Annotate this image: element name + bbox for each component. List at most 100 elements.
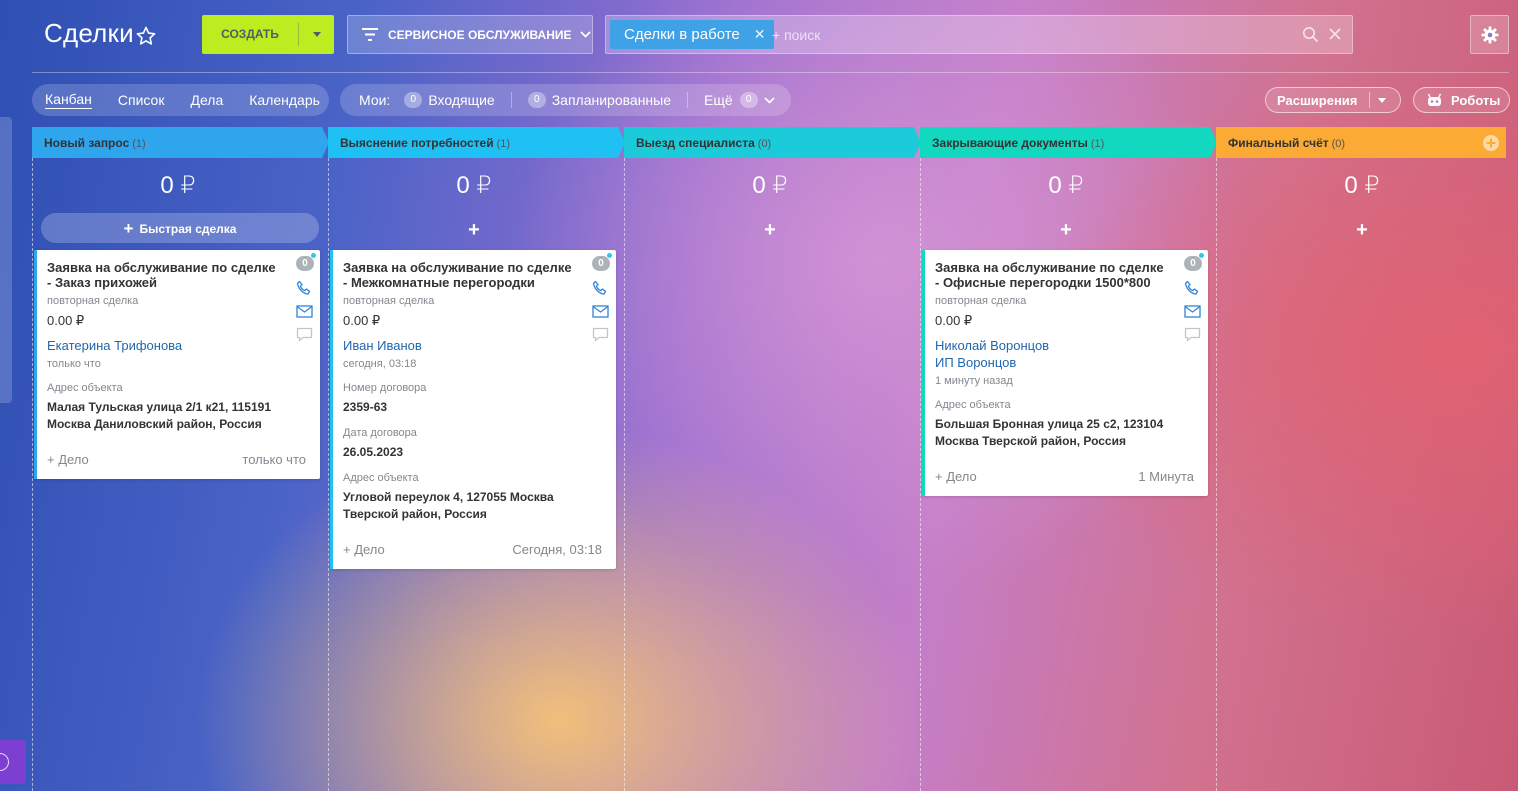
deal-time: сегодня, 03:18 xyxy=(343,358,417,370)
kanban-column-closing-docs: Закрывающие документы (1) 0 ₽ + Заявка на… xyxy=(920,127,1217,791)
card-footer-time: Сегодня, 03:18 xyxy=(512,542,602,557)
more-counters[interactable]: Ещё 0 xyxy=(704,92,775,108)
column-sum: 0 ₽ xyxy=(752,172,788,199)
email-icon[interactable] xyxy=(592,305,609,318)
deal-company[interactable]: ИП Воронцов xyxy=(935,354,1168,371)
clear-search-icon[interactable] xyxy=(1328,27,1342,41)
deal-card[interactable]: Заявка на обслуживание по сделке - Офисн… xyxy=(922,250,1208,496)
activity-counter-badge[interactable]: 0 xyxy=(1184,253,1204,271)
kanban-column-specialist-visit: Выезд специалиста (0) 0 ₽ + xyxy=(624,127,921,791)
phone-icon[interactable] xyxy=(1184,280,1201,296)
deal-subtitle: повторная сделка xyxy=(343,295,435,307)
card-accent-bar xyxy=(922,250,925,496)
deal-subtitle: повторная сделка xyxy=(47,295,139,307)
search-input[interactable]: + поиск xyxy=(772,27,820,43)
add-deal-button[interactable]: + xyxy=(920,218,1212,242)
field-label: Адрес объекта xyxy=(343,472,419,484)
widget-icon xyxy=(0,753,9,771)
activity-counter-badge[interactable]: 0 xyxy=(592,253,612,271)
remove-tag-icon[interactable]: ✕ xyxy=(754,26,766,43)
robots-label: Роботы xyxy=(1451,92,1501,108)
deal-card[interactable]: Заявка на обслуживание по сделке - Межко… xyxy=(330,250,616,569)
incoming-counter[interactable]: 0 Входящие xyxy=(404,92,495,108)
view-activities[interactable]: Дела xyxy=(190,92,223,108)
add-stage-icon[interactable] xyxy=(1482,134,1500,152)
deal-amount: 0.00 ₽ xyxy=(935,313,973,328)
field-value: Малая Тульская улица 2/1 к21, 115191 xyxy=(47,400,271,414)
add-deal-button[interactable]: + xyxy=(624,218,916,242)
phone-icon[interactable] xyxy=(296,280,313,296)
kanban-column-final-invoice: Финальный счёт (0) 0 ₽ + xyxy=(1216,127,1508,791)
active-filter-tag[interactable]: Сделки в работе ✕ xyxy=(610,20,774,49)
column-count: (0) xyxy=(1331,138,1346,150)
deal-contact[interactable]: Екатерина Трифонова xyxy=(47,337,280,354)
caret-down-icon[interactable] xyxy=(1378,97,1387,103)
email-icon[interactable] xyxy=(296,305,313,318)
deal-time: 1 минуту назад xyxy=(935,375,1013,387)
field-value: Москва Тверской район, Россия xyxy=(935,434,1126,448)
counter-divider xyxy=(687,92,688,108)
quick-deal-button[interactable]: + Быстрая сделка xyxy=(41,213,319,243)
comment-icon[interactable] xyxy=(296,327,313,342)
column-header[interactable]: Выяснение потребностей (1) xyxy=(328,127,625,158)
search-filter-box[interactable]: Сделки в работе ✕ + поиск xyxy=(605,15,1353,54)
create-dropdown-toggle[interactable] xyxy=(299,15,334,54)
search-icon[interactable] xyxy=(1302,26,1319,43)
column-header[interactable]: Новый запрос (1) xyxy=(32,127,329,158)
deal-title[interactable]: Заявка на обслуживание по сделке - Заказ… xyxy=(47,260,280,290)
column-count: (1) xyxy=(132,138,146,150)
view-switcher: Канбан Список Дела Календарь xyxy=(32,84,329,116)
deal-title[interactable]: Заявка на обслуживание по сделке - Межко… xyxy=(343,260,576,290)
planned-counter[interactable]: 0 Запланированные xyxy=(527,92,671,108)
new-dot xyxy=(1199,253,1204,258)
filter-icon xyxy=(362,28,378,41)
column-title: Финальный счёт (0) xyxy=(1228,136,1346,150)
chat-widget-button[interactable] xyxy=(0,740,26,784)
deal-card[interactable]: Заявка на обслуживание по сделке - Заказ… xyxy=(34,250,320,479)
card-accent-bar xyxy=(330,250,333,569)
robots-button[interactable]: Роботы xyxy=(1413,87,1510,113)
view-list[interactable]: Список xyxy=(118,92,165,108)
column-header[interactable]: Финальный счёт (0) xyxy=(1216,127,1513,158)
column-count: (0) xyxy=(757,138,772,150)
activity-counter-badge[interactable]: 0 xyxy=(296,253,316,271)
column-dashed-border xyxy=(920,158,921,791)
my-counters-bar: Мои: 0 Входящие 0 Запланированные Ещё 0 xyxy=(340,84,791,116)
card-footer: + Дело только что xyxy=(47,452,306,467)
email-icon[interactable] xyxy=(1184,305,1201,318)
column-title: Выяснение потребностей (1) xyxy=(340,136,511,150)
column-header[interactable]: Закрывающие документы (1) xyxy=(920,127,1217,158)
create-button[interactable]: СОЗДАТЬ xyxy=(202,15,334,54)
caret-down-icon xyxy=(312,32,321,37)
deal-contact[interactable]: Иван Иванов xyxy=(343,337,576,354)
card-footer-time: 1 Минута xyxy=(1138,469,1194,484)
add-deal-button[interactable]: + xyxy=(328,218,620,242)
my-label: Мои: xyxy=(359,92,391,108)
deal-title[interactable]: Заявка на обслуживание по сделке - Офисн… xyxy=(935,260,1168,290)
column-header[interactable]: Выезд специалиста (0) xyxy=(624,127,921,158)
comment-icon[interactable] xyxy=(1184,327,1201,342)
chevron-down-icon xyxy=(579,31,591,38)
deal-contact[interactable]: Николай Воронцов xyxy=(935,337,1168,354)
kanban-column-new-request: Новый запрос (1) 0 ₽ + Быстрая сделка Заяв… xyxy=(32,127,329,791)
comment-icon[interactable] xyxy=(592,327,609,342)
add-activity-link[interactable]: + Дело xyxy=(343,542,385,557)
phone-icon[interactable] xyxy=(592,280,609,296)
left-panel-edge xyxy=(0,117,12,403)
add-activity-link[interactable]: + Дело xyxy=(935,469,977,484)
view-kanban[interactable]: Канбан xyxy=(45,91,92,109)
star-icon[interactable] xyxy=(134,24,158,48)
column-sum: 0 ₽ xyxy=(1344,172,1380,199)
add-activity-link[interactable]: + Дело xyxy=(47,452,89,467)
extensions-button[interactable]: Расширения xyxy=(1265,87,1401,113)
column-sum: 0 ₽ xyxy=(160,172,196,199)
planned-label: Запланированные xyxy=(551,92,671,108)
view-calendar[interactable]: Календарь xyxy=(249,92,320,108)
pipeline-filter-button[interactable]: СЕРВИСНОЕ ОБСЛУЖИВАНИЕ xyxy=(347,15,593,54)
field-label: Адрес объекта xyxy=(935,399,1011,411)
card-footer: + Дело 1 Минута xyxy=(935,469,1194,484)
gear-icon xyxy=(1481,26,1498,43)
settings-button[interactable] xyxy=(1470,15,1509,54)
field-value: Угловой переулок 4, 127055 Москва xyxy=(343,490,554,504)
add-deal-button[interactable]: + xyxy=(1216,218,1508,242)
